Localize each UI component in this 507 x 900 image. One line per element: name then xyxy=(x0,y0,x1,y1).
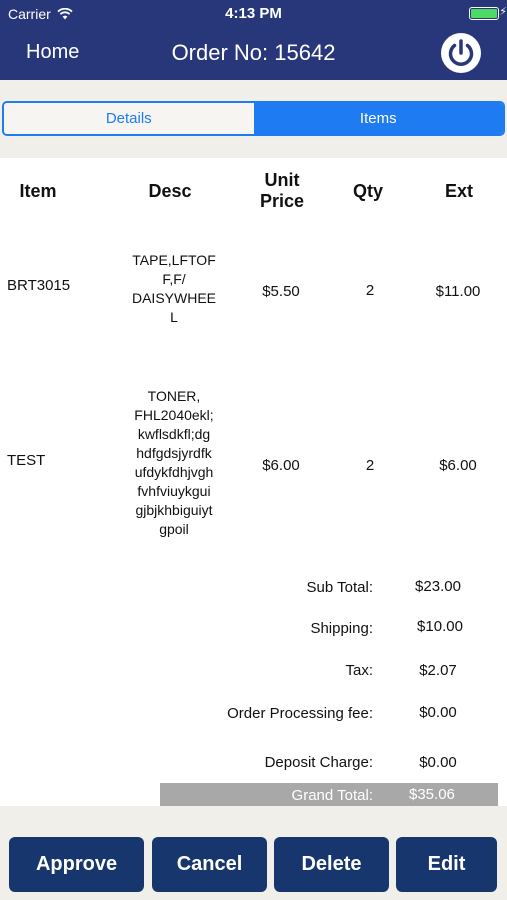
header-unit-price-line2: Price xyxy=(259,191,305,211)
row-ext: $6.00 xyxy=(439,457,477,474)
tax-label: Tax: xyxy=(345,662,373,679)
desc-line: gpoil xyxy=(159,521,189,537)
row-unit-price: $5.50 xyxy=(262,283,300,300)
processing-fee-label: Order Processing fee: xyxy=(227,705,373,722)
desc-line: FHL2040ekl; xyxy=(134,407,214,423)
grand-total-bar: Grand Total: $35.06 xyxy=(160,783,498,806)
tab-items[interactable]: Items xyxy=(253,103,503,134)
row-item: TEST xyxy=(7,452,46,469)
desc-line: TAPE,LFTOF xyxy=(132,252,216,268)
tab-area: Details Items xyxy=(0,80,507,158)
battery-icon xyxy=(469,7,499,20)
header-desc: Desc xyxy=(148,181,192,201)
navigation-bar: Home Order No: 15642 xyxy=(0,28,507,80)
header-item: Item xyxy=(19,181,57,201)
segmented-control: Details Items xyxy=(2,101,505,136)
subtotal-label: Sub Total: xyxy=(306,579,373,596)
status-bar: Carrier 4:13 PM ⚡ xyxy=(0,0,507,28)
row-qty: 2 xyxy=(365,282,375,299)
desc-line: ufdykfdhjvgh xyxy=(134,464,214,480)
shipping-label: Shipping: xyxy=(310,620,373,637)
edit-button[interactable]: Edit xyxy=(396,837,497,892)
charging-icon: ⚡ xyxy=(499,6,507,18)
desc-line: TONER, xyxy=(147,388,201,404)
processing-fee-value: $0.00 xyxy=(419,704,457,721)
subtotal-value: $23.00 xyxy=(415,578,461,595)
grand-total-label: Grand Total: xyxy=(291,787,373,804)
desc-line: kwflsdkfl;dg xyxy=(137,426,211,442)
deposit-charge-label: Deposit Charge: xyxy=(264,754,373,771)
desc-line: L xyxy=(170,309,178,325)
shipping-value: $10.00 xyxy=(417,618,463,635)
row-ext: $11.00 xyxy=(435,283,481,300)
desc-line: F,F/ xyxy=(162,271,186,287)
delete-button[interactable]: Delete xyxy=(274,837,389,892)
clock: 4:13 PM xyxy=(225,5,282,22)
approve-button[interactable]: Approve xyxy=(9,837,144,892)
header-qty: Qty xyxy=(352,181,383,201)
desc-line: fvhfviuykgui xyxy=(137,483,211,499)
header-ext: Ext xyxy=(444,181,473,201)
row-desc: TAPE,LFTOF F,F/ DAISYWHEE L xyxy=(122,251,226,327)
desc-line: hdfgdsjyrdfk xyxy=(136,445,212,461)
deposit-charge-value: $0.00 xyxy=(419,754,457,771)
cancel-button[interactable]: Cancel xyxy=(152,837,267,892)
row-unit-price: $6.00 xyxy=(262,457,300,474)
items-content: Item Desc Unit Price Qty Ext BRT3015 TAP… xyxy=(0,158,507,806)
tab-details[interactable]: Details xyxy=(4,103,254,134)
tax-value: $2.07 xyxy=(419,662,457,679)
row-qty: 2 xyxy=(365,457,375,474)
page-title: Order No: 15642 xyxy=(171,40,336,65)
desc-line: DAISYWHEE xyxy=(131,290,216,306)
grand-total-value: $35.06 xyxy=(409,786,455,803)
row-desc: TONER, FHL2040ekl; kwflsdkfl;dg hdfgdsjy… xyxy=(120,387,228,539)
action-bar: Approve Cancel Delete Edit xyxy=(0,806,507,900)
header-unit-price: Unit Price xyxy=(240,170,324,212)
desc-line: gjbjkhbiguiyt xyxy=(135,502,213,518)
row-item: BRT3015 xyxy=(7,277,71,294)
power-icon[interactable] xyxy=(439,31,483,75)
header-unit-price-line1: Unit xyxy=(264,170,300,190)
